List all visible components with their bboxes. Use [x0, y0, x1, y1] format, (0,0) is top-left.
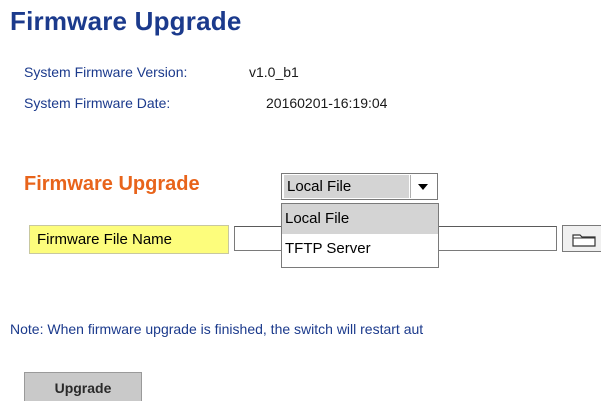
firmware-upgrade-page: Firmware Upgrade System Firmware Version… [0, 0, 601, 401]
upgrade-source-selected: Local File [284, 175, 409, 198]
page-title: Firmware Upgrade [10, 6, 242, 36]
chevron-down-icon[interactable] [410, 175, 436, 198]
firmware-version-row: System Firmware Version: v1.0_b1 [24, 64, 299, 80]
firmware-version-label: System Firmware Version: [24, 64, 188, 80]
restart-note: Note: When firmware upgrade is finished,… [10, 321, 424, 337]
firmware-date-label: System Firmware Date: [24, 95, 171, 111]
upgrade-section-title: Firmware Upgrade [24, 173, 200, 195]
folder-icon [572, 234, 596, 247]
firmware-date-value: 20160201-16:19:04 [266, 95, 388, 111]
upgrade-source-select[interactable]: Local File [281, 173, 438, 200]
firmware-date-row: System Firmware Date: 20160201-16:19:04 [24, 95, 387, 111]
browse-button[interactable] [562, 225, 601, 252]
upgrade-button[interactable]: Upgrade [24, 372, 142, 401]
upgrade-source-dropdown: Local File TFTP Server [281, 203, 439, 268]
firmware-version-value: v1.0_b1 [249, 64, 299, 80]
dropdown-option-local-file[interactable]: Local File [282, 204, 438, 234]
firmware-file-name-label: Firmware File Name [29, 225, 229, 254]
dropdown-option-tftp-server[interactable]: TFTP Server [282, 234, 438, 264]
